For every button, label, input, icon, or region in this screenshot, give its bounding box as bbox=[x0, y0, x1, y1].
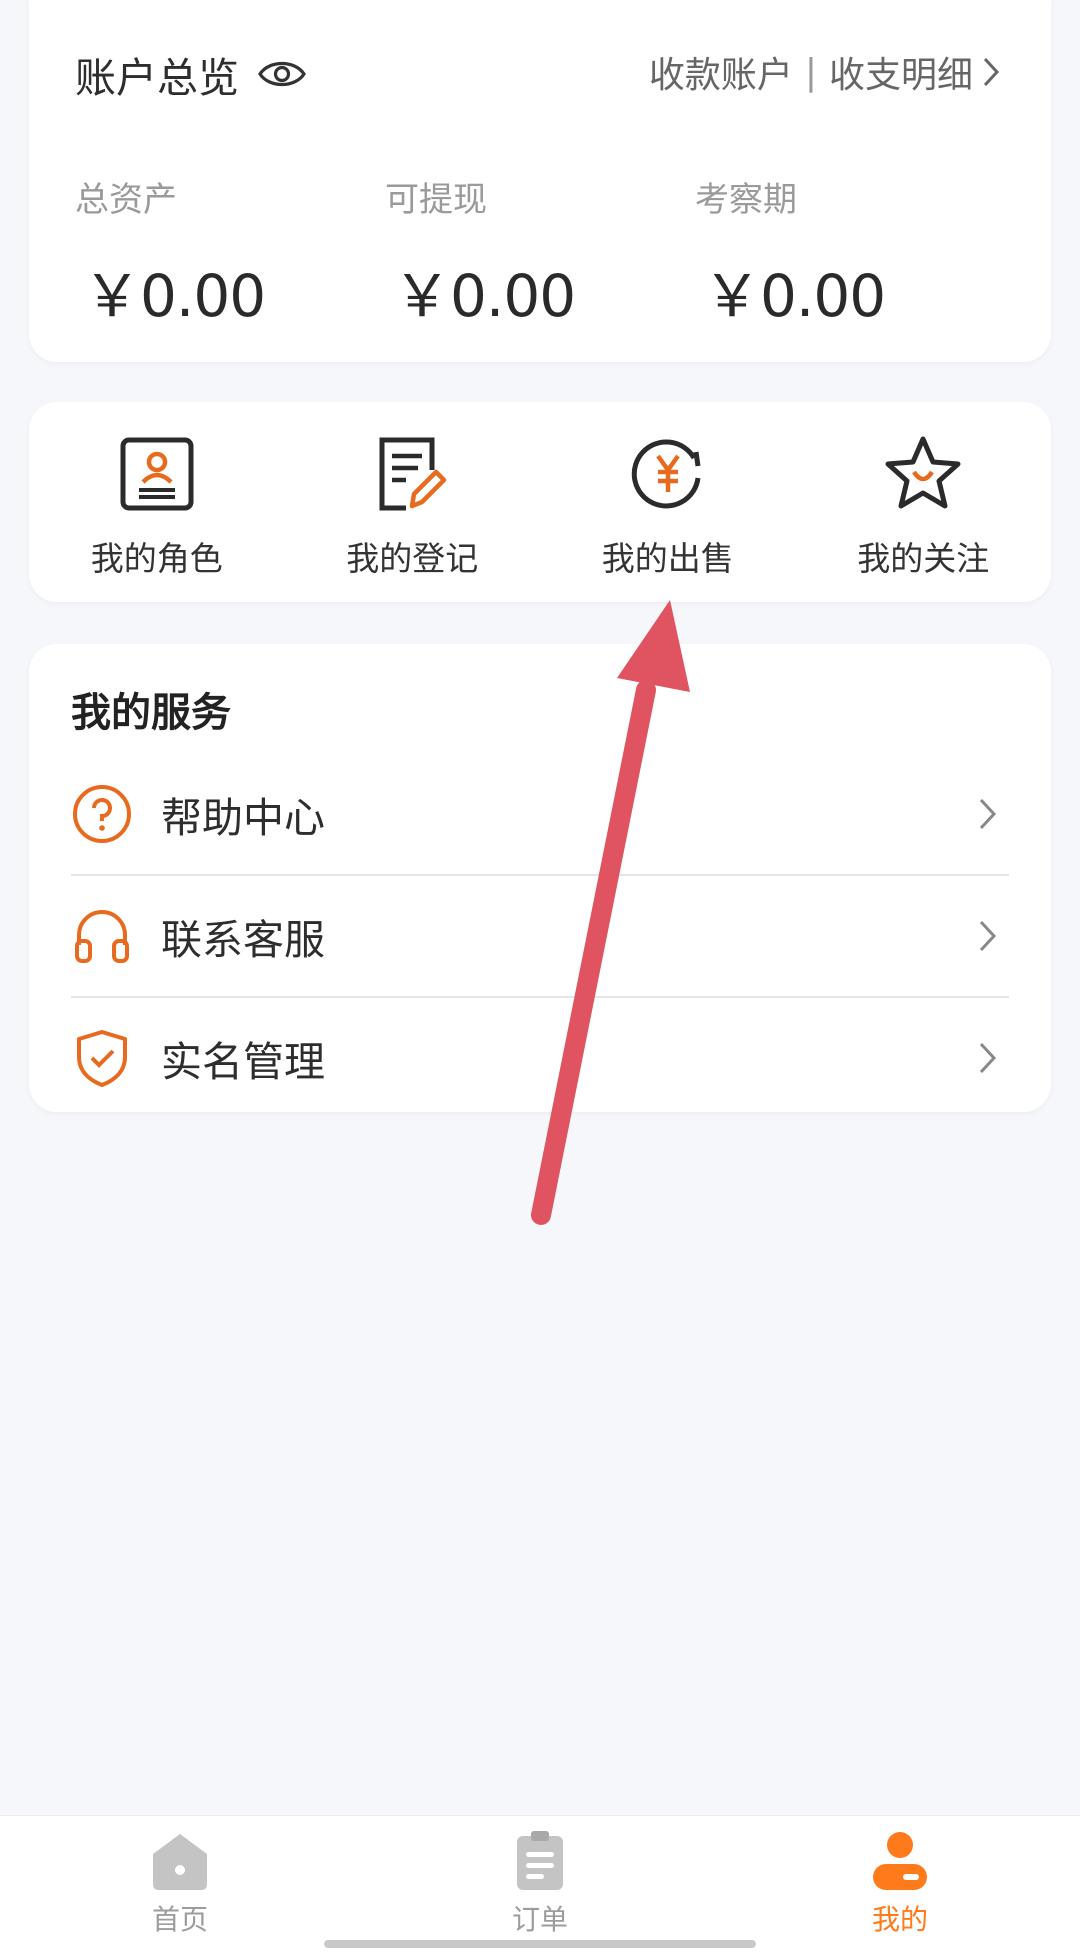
income-expense-details-link[interactable]: 收支明细 bbox=[829, 46, 973, 98]
home-indicator[interactable] bbox=[324, 1940, 756, 1948]
account-links: 收款账户 | 收支明细 bbox=[649, 46, 1001, 98]
quick-actions-card: 我的角色 我的登记 我的出售 我的关注 bbox=[29, 402, 1051, 602]
my-services-card: 我的服务 帮助中心 联系客服 实名管理 bbox=[29, 644, 1051, 1112]
stat-total-assets: 总资产 ￥0.00 bbox=[75, 172, 266, 333]
order-icon bbox=[517, 1831, 563, 1890]
chevron-right-icon[interactable] bbox=[981, 55, 1001, 89]
help-icon bbox=[73, 785, 131, 843]
nav-home[interactable]: 首页 bbox=[0, 1816, 360, 1956]
stat-label: 考察期 bbox=[695, 180, 797, 220]
action-label: 我的登记 bbox=[346, 539, 479, 578]
link-separator: | bbox=[804, 51, 817, 93]
stat-value: ￥0.00 bbox=[703, 262, 886, 330]
chevron-right-icon bbox=[979, 920, 997, 952]
stat-probation: 考察期 ￥0.00 bbox=[695, 172, 886, 333]
shield-check-icon bbox=[77, 1030, 127, 1087]
nav-label: 我的 bbox=[871, 1903, 928, 1936]
action-my-role[interactable]: 我的角色 bbox=[29, 402, 285, 602]
register-edit-icon bbox=[379, 437, 447, 511]
service-label: 实名管理 bbox=[161, 1038, 325, 1086]
account-title-row: 账户总览 bbox=[75, 44, 307, 104]
headset-icon bbox=[75, 910, 129, 963]
nav-label: 首页 bbox=[151, 1903, 208, 1936]
services-title: 我的服务 bbox=[71, 690, 231, 736]
action-label: 我的关注 bbox=[857, 539, 990, 578]
stat-withdrawable: 可提现 ￥0.00 bbox=[385, 172, 576, 333]
account-overview-card: 账户总览 收款账户 | 收支明细 总资产 ￥0.00 可提现 ￥0.00 考察期… bbox=[29, 0, 1051, 362]
service-label: 帮助中心 bbox=[161, 794, 325, 842]
service-help-center[interactable]: 帮助中心 bbox=[71, 754, 1009, 876]
bottom-nav: 首页 订单 我的 bbox=[0, 1815, 1080, 1956]
account-title: 账户总览 bbox=[75, 54, 239, 102]
service-contact-support[interactable]: 联系客服 bbox=[71, 876, 1009, 998]
profile-page: 账户总览 收款账户 | 收支明细 总资产 ￥0.00 可提现 ￥0.00 考察期… bbox=[0, 0, 1080, 1956]
action-my-sales[interactable]: 我的出售 bbox=[540, 402, 796, 602]
yuan-sale-icon bbox=[631, 439, 701, 509]
chevron-right-icon bbox=[979, 798, 997, 830]
nav-mine[interactable]: 我的 bbox=[720, 1816, 1080, 1956]
profile-icon bbox=[873, 1832, 927, 1890]
chevron-right-icon bbox=[979, 1042, 997, 1074]
service-real-name[interactable]: 实名管理 bbox=[71, 998, 1009, 1118]
stat-label: 可提现 bbox=[385, 180, 487, 220]
stat-value: ￥0.00 bbox=[83, 262, 266, 330]
role-card-icon bbox=[120, 437, 194, 511]
eye-icon[interactable] bbox=[257, 56, 307, 92]
action-label: 我的出售 bbox=[601, 539, 734, 578]
star-icon bbox=[885, 436, 961, 509]
action-label: 我的角色 bbox=[90, 539, 223, 578]
action-my-register[interactable]: 我的登记 bbox=[285, 402, 541, 602]
stat-label: 总资产 bbox=[75, 180, 177, 220]
nav-orders[interactable]: 订单 bbox=[360, 1816, 720, 1956]
service-label: 联系客服 bbox=[161, 916, 325, 964]
home-icon bbox=[153, 1834, 207, 1890]
stat-value: ￥0.00 bbox=[393, 262, 576, 330]
action-my-follows[interactable]: 我的关注 bbox=[796, 402, 1052, 602]
services-list: 帮助中心 联系客服 实名管理 bbox=[71, 754, 1009, 1118]
receiving-accounts-link[interactable]: 收款账户 bbox=[649, 46, 793, 98]
nav-label: 订单 bbox=[511, 1903, 568, 1936]
